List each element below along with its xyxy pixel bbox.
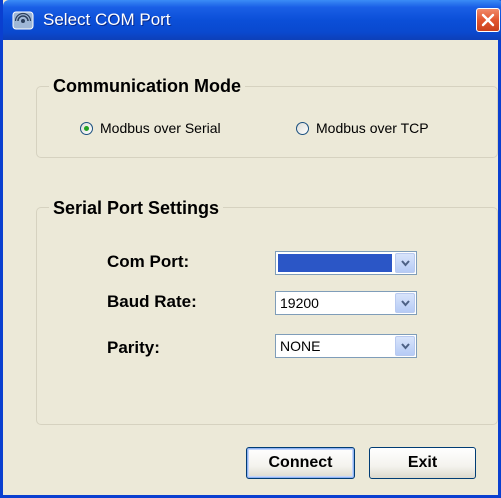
baud-rate-value: 19200 — [280, 295, 319, 311]
com-port-select[interactable] — [275, 251, 417, 275]
radio-selected-icon — [80, 121, 93, 135]
chevron-down-icon — [401, 343, 410, 350]
dialog-window: Select COM Port Communication Mode Modbu… — [0, 0, 501, 498]
radio-modbus-serial-label: Modbus over Serial — [100, 120, 221, 136]
dropdown-arrow-button[interactable] — [395, 336, 415, 356]
com-port-label: Com Port: — [107, 252, 190, 271]
communication-mode-legend: Communication Mode — [49, 76, 245, 97]
title-bar[interactable]: Select COM Port — [3, 0, 501, 40]
radio-modbus-tcp[interactable]: Modbus over TCP — [296, 120, 429, 136]
serial-port-settings-legend: Serial Port Settings — [49, 198, 224, 219]
baud-rate-label: Baud Rate: — [107, 292, 197, 311]
exit-button[interactable]: Exit — [369, 447, 476, 479]
radio-modbus-serial[interactable]: Modbus over Serial — [80, 120, 221, 136]
serial-port-settings-group — [36, 207, 498, 425]
window-title: Select COM Port — [43, 10, 171, 29]
app-icon — [12, 11, 34, 30]
close-button[interactable] — [476, 8, 500, 32]
chevron-down-icon — [401, 260, 410, 267]
dropdown-arrow-button[interactable] — [395, 253, 415, 273]
parity-select[interactable]: NONE — [275, 334, 417, 358]
parity-label: Parity: — [107, 338, 160, 357]
chevron-down-icon — [401, 300, 410, 307]
connect-button[interactable]: Connect — [246, 447, 355, 479]
baud-rate-select[interactable]: 19200 — [275, 291, 417, 315]
radio-modbus-tcp-label: Modbus over TCP — [316, 120, 429, 136]
com-port-selection — [278, 254, 392, 272]
radio-unselected-icon — [296, 121, 309, 135]
close-icon — [481, 13, 495, 27]
parity-value: NONE — [280, 338, 321, 354]
dropdown-arrow-button[interactable] — [395, 293, 415, 313]
